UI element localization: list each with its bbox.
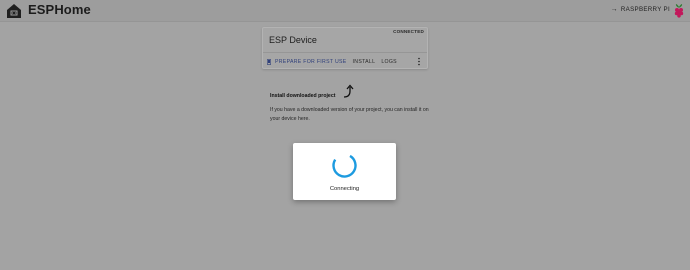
prepare-button-label: PREPARE FOR FIRST USE	[275, 58, 347, 65]
host-link[interactable]: → RASPBERRY PI	[611, 6, 670, 13]
prepare-for-first-use-button[interactable]: PREPARE FOR FIRST USE	[267, 59, 347, 65]
more-vert-icon[interactable]	[417, 57, 421, 66]
install-button[interactable]: INSTALL	[353, 59, 376, 65]
phone-icon	[267, 58, 271, 65]
top-app-bar: ESPHome → RASPBERRY PI	[0, 0, 690, 22]
raspberry-pi-icon	[674, 4, 684, 18]
arrow-right-icon: →	[610, 6, 618, 13]
connecting-dialog: Connecting	[293, 143, 396, 200]
curved-arrow-icon	[343, 84, 354, 98]
status-badge: CONNECTED	[393, 29, 424, 34]
install-description: If you have a downloaded version of your…	[270, 107, 429, 122]
card-divider	[263, 52, 427, 53]
card-actions: PREPARE FOR FIRST USE INSTALL LOGS	[267, 56, 423, 67]
host-link-label: RASPBERRY PI	[620, 6, 670, 13]
app-title: ESPHome	[28, 2, 91, 17]
device-name: ESP Device	[269, 35, 317, 45]
home-logo-icon[interactable]	[6, 3, 22, 19]
dialog-message: Connecting	[329, 186, 360, 192]
device-card: CONNECTED ESP Device PREPARE FOR FIRST U…	[262, 27, 428, 69]
loading-spinner-icon	[332, 153, 357, 178]
logs-button[interactable]: LOGS	[381, 59, 397, 65]
install-title: Install downloaded project	[270, 93, 336, 99]
